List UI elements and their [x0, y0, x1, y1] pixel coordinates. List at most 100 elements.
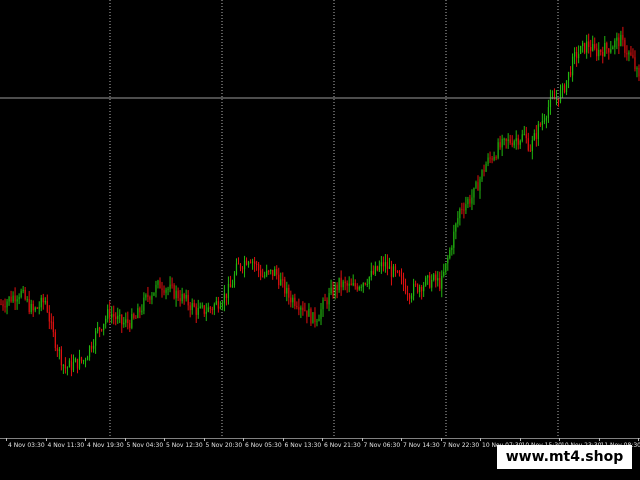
candle-body — [634, 57, 636, 70]
candle-body — [233, 274, 236, 286]
candle-body — [606, 43, 608, 49]
candle-body — [535, 133, 537, 139]
candle-body — [82, 360, 85, 362]
candle-body — [169, 284, 171, 289]
candle-body — [503, 138, 505, 140]
candle-body — [559, 90, 562, 102]
candle-body — [600, 49, 602, 52]
time-axis-tick — [282, 438, 284, 441]
candle-body — [598, 49, 600, 57]
candle-body — [414, 283, 417, 285]
price-chart[interactable] — [0, 0, 640, 438]
candle-body — [429, 275, 431, 288]
candle-body — [278, 274, 280, 286]
candle-body — [131, 314, 133, 328]
candle-body — [20, 291, 22, 297]
candle-body — [187, 294, 189, 306]
candle-body — [519, 140, 521, 145]
candle-body — [139, 308, 141, 313]
candle-body — [153, 292, 155, 296]
candle-body — [92, 345, 95, 349]
candle-body — [501, 138, 503, 148]
candle-body — [115, 316, 117, 320]
candle-body — [461, 209, 463, 211]
time-axis-tick — [361, 438, 363, 441]
candle-body — [171, 284, 173, 286]
candle-body — [485, 163, 487, 172]
candle-body — [354, 283, 356, 287]
candle-body — [340, 277, 342, 288]
candle-body — [32, 303, 34, 311]
candle-body — [26, 299, 28, 301]
candle-body — [618, 37, 620, 47]
candle-body — [0, 304, 2, 305]
candle-body — [620, 34, 622, 47]
candle-body — [396, 270, 399, 272]
candle-body — [320, 309, 322, 319]
candle-body — [388, 266, 391, 269]
candle-body — [213, 304, 215, 310]
candle-body — [99, 327, 101, 330]
candle-body — [181, 294, 183, 302]
candle-body — [78, 357, 81, 369]
candle-body — [594, 44, 596, 49]
candle-body — [404, 285, 407, 293]
candle-body — [410, 295, 413, 299]
candle-body — [582, 42, 584, 46]
candle-body — [537, 124, 539, 139]
candle-body — [237, 263, 240, 265]
candle-body — [211, 308, 213, 310]
candle-body — [14, 295, 16, 302]
candle-body — [284, 279, 286, 294]
candle-body — [636, 67, 638, 70]
candle-body — [119, 314, 121, 316]
candle-body — [630, 52, 632, 56]
candle-body — [2, 304, 4, 307]
candle-body — [586, 41, 588, 53]
candle-body — [608, 48, 610, 53]
candle-body — [201, 305, 203, 307]
candle-body — [243, 260, 246, 270]
candle-body — [183, 294, 185, 299]
candle-body — [294, 297, 296, 306]
candle-body — [398, 271, 401, 276]
candle-body — [195, 306, 197, 315]
candle-body — [189, 305, 191, 311]
candle-body — [290, 297, 292, 303]
time-axis-tick — [6, 438, 7, 441]
candle-body — [477, 182, 479, 191]
candle-body — [338, 277, 340, 291]
candle-body — [68, 360, 71, 368]
candle-body — [54, 332, 56, 348]
candle-body — [310, 308, 312, 324]
candle-body — [447, 258, 449, 264]
candle-body — [372, 270, 374, 274]
candle-body — [44, 301, 46, 303]
candle-body — [137, 308, 139, 318]
candlestick-chart[interactable] — [0, 0, 640, 438]
time-axis-label: 7 Nov 22:30 — [442, 442, 480, 449]
candle-body — [161, 288, 163, 291]
candle-body — [573, 51, 576, 57]
candle-body — [314, 312, 316, 323]
candle-body — [76, 358, 79, 369]
candle-body — [412, 283, 415, 296]
candle-body — [632, 55, 634, 58]
candle-body — [386, 261, 389, 269]
candle-body — [563, 85, 566, 93]
candle-body — [101, 329, 103, 331]
candle-body — [541, 121, 543, 125]
candle-body — [105, 318, 107, 324]
candle-body — [121, 314, 123, 325]
candle-body — [481, 170, 483, 180]
candle-body — [443, 271, 445, 276]
candle-body — [638, 67, 640, 77]
candle-body — [497, 142, 499, 158]
candle-body — [533, 133, 535, 141]
candle-body — [622, 34, 624, 40]
candle-body — [36, 307, 38, 309]
candle-body — [141, 310, 143, 313]
candle-body — [80, 357, 83, 362]
candle-body — [205, 311, 207, 314]
time-axis-label: 5 Nov 12:30 — [166, 442, 203, 449]
